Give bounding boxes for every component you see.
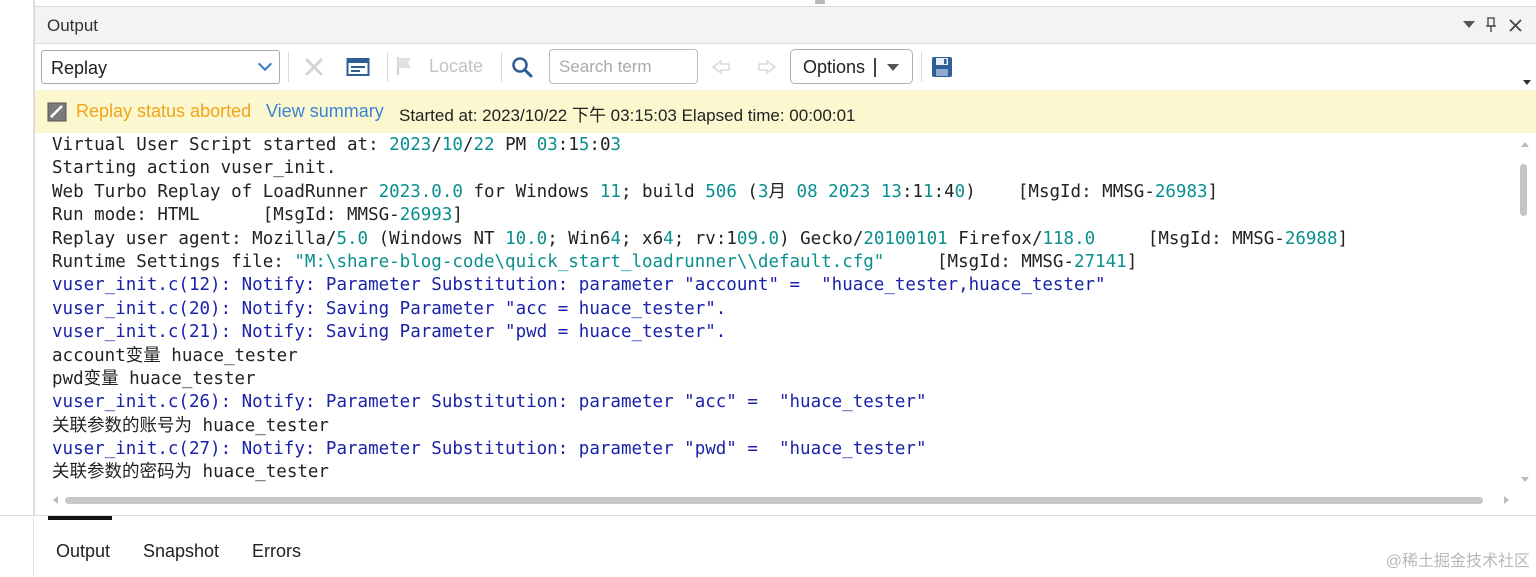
log-line: Starting action vuser_init. — [52, 158, 337, 179]
toolbar-divider — [501, 52, 502, 82]
watermark: @稀土掘金技术社区 — [1385, 553, 1530, 570]
status-aborted-icon — [47, 102, 67, 122]
output-toolbar: Replay Locate Options — [35, 44, 1536, 90]
vertical-scroll-thumb[interactable] — [1520, 164, 1527, 216]
log-line: vuser_init.c(12): Notify: Parameter Subs… — [52, 275, 1106, 296]
output-panel: Output Replay Locate Search term Options… — [34, 0, 1536, 515]
log-line: pwd变量 huace_tester — [52, 368, 256, 389]
replay-timing-text: Started at: 2023/10/22 下午 03:15:03 Elaps… — [399, 106, 856, 125]
close-icon[interactable] — [1505, 15, 1525, 35]
horizontal-scroll-thumb[interactable] — [65, 497, 1483, 504]
toolbar-divider — [288, 52, 289, 82]
pin-icon[interactable] — [1481, 15, 1501, 35]
log-line: account变量 huace_tester — [52, 345, 298, 366]
mode-select-value: Replay — [51, 58, 108, 78]
scroll-left-icon[interactable] — [53, 496, 58, 504]
log-line: Web Turbo Replay of LoadRunner 2023.0.0 … — [52, 181, 1219, 202]
log-line: 关联参数的账号为 huace_tester — [52, 415, 329, 436]
log-line: Runtime Settings file: "M:\share-blog-co… — [52, 251, 1138, 272]
search-input[interactable] — [549, 49, 698, 84]
panel-menu-icon[interactable] — [1459, 15, 1479, 35]
save-icon[interactable] — [929, 55, 955, 79]
clear-icon[interactable] — [301, 55, 327, 79]
left-gutter — [0, 0, 34, 577]
log-line: Run mode: HTML [MsgId: MMSG-26993] — [52, 205, 463, 226]
options-label: Options — [803, 57, 866, 77]
scroll-right-icon[interactable] — [1504, 496, 1509, 504]
next-match-icon[interactable] — [753, 55, 779, 79]
scroll-down-icon[interactable] — [1521, 477, 1529, 482]
horizontal-scrollbar[interactable] — [47, 491, 1513, 511]
active-tab-indicator — [48, 516, 112, 520]
tab-output[interactable]: Output — [56, 541, 110, 562]
tab-errors[interactable]: Errors — [252, 541, 301, 562]
replay-status-bar: Replay status aborted View summary Start… — [35, 90, 1536, 133]
locate-flag-icon — [397, 57, 411, 75]
replay-status-text: Replay status aborted — [76, 101, 252, 121]
chevron-down-icon[interactable] — [887, 64, 899, 71]
log-line: Replay user agent: Mozilla/5.0 (Windows … — [52, 228, 1349, 249]
locate-label: Locate — [429, 55, 484, 76]
locate-button[interactable]: Locate — [393, 55, 483, 77]
search-icon[interactable] — [509, 55, 535, 79]
toolbar-divider — [921, 52, 922, 82]
toolbar-overflow-icon[interactable] — [1523, 80, 1531, 85]
log-line: Virtual User Script started at: 2023/10/… — [52, 135, 622, 155]
prev-match-icon[interactable] — [709, 55, 735, 79]
options-button[interactable]: Options — [790, 49, 913, 84]
tab-snapshot[interactable]: Snapshot — [143, 541, 219, 562]
log-line: vuser_init.c(27): Notify: Parameter Subs… — [52, 439, 927, 460]
output-log[interactable]: Virtual User Script started at: 2023/10/… — [52, 134, 1512, 490]
panel-title: Output — [47, 16, 99, 35]
toolbar-divider — [387, 52, 388, 82]
resize-grip[interactable] — [815, 0, 825, 4]
log-line: vuser_init.c(21): Notify: Saving Paramet… — [52, 322, 727, 343]
view-summary-link[interactable]: View summary — [266, 101, 384, 122]
mode-select[interactable]: Replay — [41, 50, 280, 84]
log-line: vuser_init.c(20): Notify: Saving Paramet… — [52, 298, 727, 319]
log-line: vuser_init.c(26): Notify: Parameter Subs… — [52, 392, 927, 413]
log-line: 关联参数的密码为 huace_tester — [52, 462, 329, 483]
vertical-scrollbar[interactable] — [1513, 134, 1536, 490]
options-divider — [874, 58, 876, 77]
dropdown-chevron-icon — [257, 56, 273, 72]
bottom-tabs: Output Snapshot Errors @稀土掘金技术社区 — [34, 515, 1536, 577]
panel-titlebar: Output — [35, 6, 1536, 44]
scroll-up-icon[interactable] — [1521, 142, 1529, 147]
replay-log-icon[interactable] — [345, 55, 371, 79]
